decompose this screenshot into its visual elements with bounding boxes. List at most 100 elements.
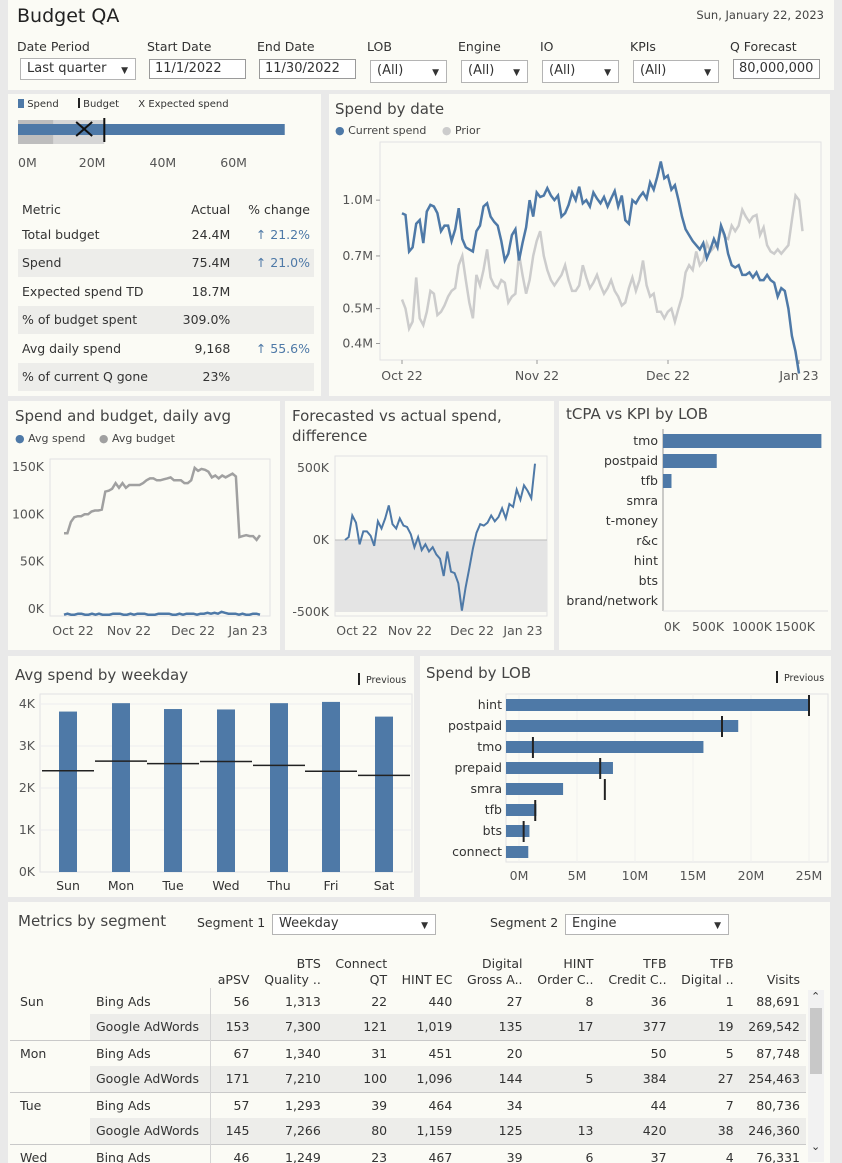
io-label: IO <box>540 39 554 54</box>
value-cell: 246,360 <box>739 1118 806 1144</box>
category-label: smra <box>627 493 659 508</box>
value-cell: 5 <box>528 1066 600 1092</box>
lob-panel: Spend by LOB Previous 0M 5M 10M 15M 20M 25M hi… <box>420 656 831 897</box>
value-cell: 377 <box>599 1014 673 1040</box>
x-tick-label: 1500K <box>775 619 816 634</box>
column-header-line1: HINT <box>563 956 594 971</box>
column-header: HINT Order C.. <box>529 948 600 988</box>
column-header-line1: Digital <box>481 956 523 971</box>
engine-cell: Google AdWords <box>90 1118 211 1144</box>
column-header-line2: Visits <box>766 972 800 987</box>
category-label: postpaid <box>448 718 502 733</box>
day-cell <box>10 1014 90 1040</box>
weekday-bar <box>59 711 77 872</box>
segments-title: Metrics by segment <box>18 912 167 930</box>
value-cell: 451 <box>393 1039 459 1066</box>
x-tick-label: Nov 22 <box>107 623 151 638</box>
tcpa-chart: tmo postpaid tfb smra t-money r&c hint bts brand… <box>566 429 828 634</box>
value-cell: 80 <box>326 1118 394 1144</box>
day-cell <box>10 1066 90 1092</box>
x-tick-label: Jan 23 <box>502 623 542 638</box>
scroll-down-icon[interactable]: ⌄ <box>811 1140 820 1153</box>
value-cell: 6 <box>528 1143 600 1163</box>
table-scrollbar[interactable]: ⌃ ⌄ <box>808 990 824 1162</box>
value-cell: 1,340 <box>255 1039 327 1066</box>
y-tick-label: 0.4M <box>342 336 373 351</box>
x-tick-label: 20M <box>738 868 765 883</box>
column-header: TFB Digital .. <box>673 948 740 988</box>
end-date-input[interactable]: 11/30/2022 <box>259 59 356 79</box>
expected-legend-marker: X <box>138 99 146 110</box>
value-cell: 23 <box>326 1143 394 1163</box>
scroll-up-icon[interactable]: ⌃ <box>811 990 820 1003</box>
current-date: Sun, January 22, 2023 <box>696 8 824 22</box>
q-forecast-label: Q Forecast <box>730 39 797 54</box>
weekday-bar <box>217 709 235 872</box>
value-cell: 7 <box>672 1091 740 1118</box>
x-tick-label: Sat <box>374 878 395 893</box>
engine-cell: Bing Ads <box>90 988 211 1014</box>
spend-legend-swatch <box>18 99 24 108</box>
segment1-dropdown[interactable]: Weekday ▼ <box>272 914 436 935</box>
value-cell: 7,300 <box>255 1014 327 1040</box>
weekday-chart: 0K 1K 2K 3K 4K Sun Mon Tue Wed Thu Fri Sat <box>19 693 413 893</box>
y-tick-label: 0.5M <box>342 301 373 316</box>
column-header: TFB Credit C.. <box>599 948 672 988</box>
chevron-down-icon: ▼ <box>604 68 611 78</box>
category-label: tfb <box>641 473 658 488</box>
lob-dropdown[interactable]: (All) ▼ <box>370 60 447 83</box>
segment2-label: Segment 2 <box>490 915 559 930</box>
column-header-line1: TFB <box>643 956 667 971</box>
x-tick-label: Dec 22 <box>171 623 215 638</box>
column-header-line2: Quality .. <box>264 972 321 987</box>
value-cell: 121 <box>326 1014 394 1040</box>
table-row: Google AdWords 145 7,266 80 1,159 125 13 420 38 2… <box>10 1118 806 1144</box>
column-header-line1: BTS <box>296 956 321 971</box>
current-spend-line <box>401 161 801 374</box>
date-period-value: Last quarter <box>27 61 107 76</box>
x-tick-label: 500K <box>692 619 725 634</box>
value-cell: 384 <box>599 1066 673 1092</box>
engine-dropdown[interactable]: (All) ▼ <box>461 60 528 83</box>
segments-table-wrap: aPSV BTS Quality .. Connect QT HINT EC Digital… <box>10 948 806 1163</box>
segment2-dropdown[interactable]: Engine ▼ <box>565 914 729 935</box>
lob-bar <box>506 846 529 858</box>
segments-panel: Metrics by segment Segment 1 Weekday ▼ Se… <box>8 902 830 1163</box>
value-cell: 464 <box>393 1091 459 1118</box>
y-tick-label: 150K <box>12 459 45 474</box>
column-header: Connect QT <box>327 948 393 988</box>
kpis-dropdown[interactable]: (All) ▼ <box>633 60 719 83</box>
day-cell <box>10 1118 90 1144</box>
category-label: tmo <box>633 433 658 448</box>
value-cell: 80,736 <box>739 1091 806 1118</box>
scrollbar-thumb[interactable] <box>810 1008 822 1074</box>
value-cell: 46 <box>210 1143 256 1163</box>
x-tick-label: 0M <box>510 868 529 883</box>
expected-legend-label: Expected spend <box>148 99 229 110</box>
io-dropdown[interactable]: (All) ▼ <box>542 60 619 83</box>
column-header-line2: Gross A.. <box>467 972 523 987</box>
value-cell: 17 <box>528 1014 600 1040</box>
value-cell: 171 <box>210 1066 256 1092</box>
x-tick-label: Mon <box>108 878 134 893</box>
spend-bar <box>18 124 285 135</box>
tcpa-bar <box>663 474 672 488</box>
category-label: postpaid <box>604 453 658 468</box>
date-period-dropdown[interactable]: Last quarter ▼ <box>20 58 136 80</box>
category-label: bts <box>639 573 658 588</box>
kpis-label: KPIs <box>630 39 656 54</box>
engine-label: Engine <box>458 39 501 54</box>
column-header-line2: aPSV <box>217 972 250 987</box>
start-date-input[interactable]: 11/1/2022 <box>149 59 246 79</box>
lob-bar <box>506 804 537 816</box>
x-tick-label: Oct 22 <box>52 623 94 638</box>
engine-cell: Google AdWords <box>90 1014 211 1040</box>
segments-table: aPSV BTS Quality .. Connect QT HINT EC Digital… <box>10 948 806 1163</box>
metric-change <box>234 277 314 306</box>
q-forecast-input[interactable]: 80,000,000 <box>733 59 820 79</box>
value-cell <box>528 1091 600 1118</box>
value-cell: 1,249 <box>255 1143 327 1163</box>
value-cell: 88,691 <box>756 993 800 1009</box>
value-cell: 13 <box>528 1118 600 1144</box>
column-header-line2: QT <box>369 972 388 987</box>
